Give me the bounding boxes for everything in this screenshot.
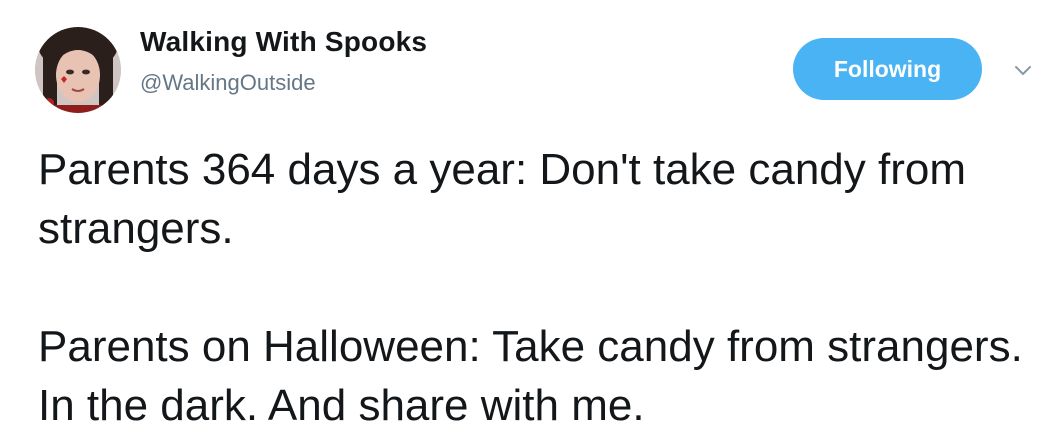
avatar[interactable] — [35, 27, 121, 113]
tweet-paragraph: Parents 364 days a year: Don't take cand… — [38, 145, 966, 253]
tweet-text: Parents 364 days a year: Don't take cand… — [38, 140, 1038, 435]
display-name[interactable]: Walking With Spooks — [140, 26, 427, 58]
tweet-paragraph: Parents on Halloween: Take candy from st… — [38, 322, 1023, 430]
chevron-down-icon[interactable] — [1009, 60, 1037, 82]
avatar-image — [35, 27, 121, 113]
tweet-card: Walking With Spooks @WalkingOutside Foll… — [0, 0, 1058, 434]
user-handle[interactable]: @WalkingOutside — [140, 70, 316, 96]
following-button[interactable]: Following — [793, 38, 982, 100]
chevron-down-icon-graphic — [1015, 66, 1031, 75]
